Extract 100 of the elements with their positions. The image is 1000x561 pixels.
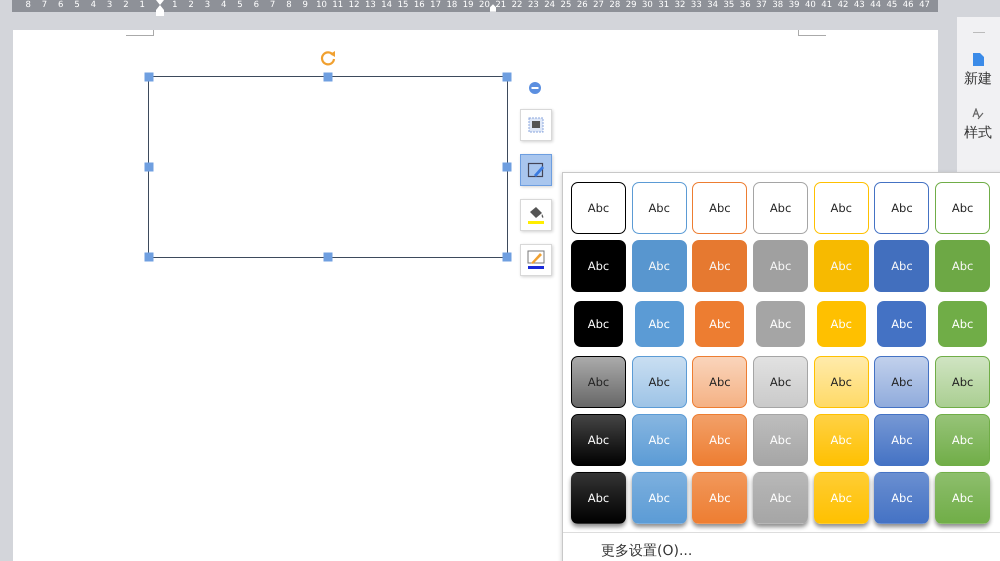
shape-style-swatch[interactable]: Abc (634, 301, 684, 347)
shape-style-swatch[interactable]: Abc (571, 240, 626, 292)
shape-style-swatch[interactable]: Abc (814, 182, 869, 234)
shape-style-swatch[interactable]: Abc (938, 301, 988, 347)
ruler-number: 14 (381, 0, 392, 10)
ruler-number: 39 (788, 0, 800, 10)
shape-style-swatch[interactable]: Abc (692, 240, 748, 292)
shape-style-swatch[interactable]: Abc (753, 356, 808, 408)
text-style-icon (972, 108, 984, 120)
resize-handle[interactable] (324, 252, 332, 262)
more-settings-item[interactable]: 更多设置(O)... (601, 542, 1000, 560)
ruler-number: 46 (902, 0, 914, 10)
style-button[interactable] (520, 154, 552, 186)
ruler-number: 31 (658, 0, 670, 10)
shape-style-swatch[interactable]: Abc (756, 301, 806, 347)
ruler-number: 42 (838, 0, 848, 10)
shape-style-swatch[interactable]: Abc (692, 414, 748, 466)
ruler-number: 7 (42, 0, 48, 10)
ruler-number: 45 (886, 0, 898, 10)
shape-pen-icon (527, 161, 545, 179)
rotate-handle-icon[interactable] (319, 49, 337, 67)
ruler-number: 2 (188, 0, 194, 10)
ruler-number: 10 (316, 0, 327, 10)
ruler-number: 19 (462, 0, 474, 10)
ruler-number: 16 (414, 0, 425, 10)
ruler-number: 1 (172, 0, 178, 10)
ruler-number: 34 (707, 0, 718, 10)
ruler-number: 5 (237, 0, 243, 10)
ruler-number: 32 (674, 0, 686, 10)
shape-style-swatch[interactable]: Abc (753, 240, 808, 292)
ruler-number: 17 (430, 0, 441, 10)
indent-marker-icon[interactable] (156, 0, 164, 16)
shape-style-swatch[interactable]: Abc (695, 301, 744, 347)
ruler-number: 47 (919, 0, 930, 10)
ruler-number: 6 (254, 0, 260, 10)
resize-handle[interactable] (144, 252, 154, 262)
style-panel-button[interactable]: 样式 (964, 108, 992, 142)
resize-handle[interactable] (144, 162, 154, 172)
shape-style-swatch[interactable]: Abc (935, 182, 990, 234)
fill-button[interactable] (520, 199, 552, 231)
shape-style-swatch[interactable]: Abc (571, 182, 626, 234)
shape-style-swatch[interactable]: Abc (632, 182, 687, 234)
ruler-number: 27 (593, 0, 604, 10)
paint-bucket-icon (527, 205, 545, 225)
shape-style-swatch[interactable]: Abc (692, 472, 748, 524)
resize-handle[interactable] (502, 72, 512, 82)
resize-handle[interactable] (502, 162, 512, 172)
document-icon (972, 53, 984, 66)
pencil-line-icon (527, 250, 545, 270)
shape-style-swatch[interactable]: Abc (571, 356, 626, 408)
ruler-number: 35 (724, 0, 734, 10)
shape-style-swatch[interactable]: Abc (632, 414, 687, 466)
ruler-number: 30 (642, 0, 653, 10)
outline-button[interactable] (520, 244, 552, 276)
shape-style-swatch[interactable]: Abc (874, 472, 930, 524)
shape-style-swatch[interactable]: Abc (874, 356, 930, 408)
shape-style-swatch[interactable]: Abc (753, 472, 808, 524)
ruler-number: 24 (544, 0, 556, 10)
shape-style-swatch[interactable]: Abc (571, 472, 626, 524)
ruler-number: 21 (495, 0, 506, 10)
resize-handle[interactable] (502, 252, 512, 262)
ruler-number: 28 (609, 0, 620, 10)
shape-style-swatch[interactable]: Abc (874, 182, 930, 234)
indent-marker-icon[interactable] (490, 3, 496, 13)
resize-handle[interactable] (324, 72, 332, 82)
shape-style-swatch[interactable]: Abc (632, 240, 687, 292)
shape-style-swatch[interactable]: Abc (874, 240, 930, 292)
ruler-number: 36 (740, 0, 751, 10)
shape-style-swatch[interactable]: Abc (935, 472, 990, 524)
ruler-number: 7 (270, 0, 276, 10)
ruler-number: 3 (204, 0, 210, 10)
shape-style-swatch[interactable]: Abc (692, 356, 748, 408)
ruler-number: 6 (58, 0, 64, 10)
ruler-number: 15 (398, 0, 408, 10)
ruler-number: 11 (332, 0, 344, 10)
collapse-icon[interactable] (528, 81, 542, 95)
layout-button[interactable] (520, 109, 552, 141)
ruler-number: 8 (25, 0, 31, 10)
shape-style-swatch[interactable]: Abc (814, 356, 869, 408)
shape-style-swatch[interactable]: Abc (877, 301, 926, 347)
shape-style-swatch[interactable]: Abc (753, 182, 808, 234)
new-panel-button[interactable]: 新建 (964, 53, 992, 88)
ruler-number: 18 (446, 0, 458, 10)
ruler-number: 44 (870, 0, 881, 10)
shape-style-swatch[interactable]: Abc (874, 414, 930, 466)
ruler-number: 2 (123, 0, 129, 10)
shape-style-swatch[interactable]: Abc (632, 356, 687, 408)
shape-style-swatch[interactable]: Abc (571, 414, 626, 466)
ruler-number: 40 (804, 0, 816, 10)
ruler-number: 4 (221, 0, 226, 10)
resize-handle[interactable] (144, 72, 154, 82)
ruler-number: 38 (772, 0, 784, 10)
shape-style-swatch[interactable]: Abc (574, 301, 623, 347)
ruler-number: 4 (90, 0, 96, 10)
ruler-number: 3 (106, 0, 112, 10)
shape-style-swatch[interactable]: Abc (935, 414, 990, 466)
shape-style-swatch[interactable]: Abc (935, 356, 990, 408)
shape-style-swatch[interactable]: Abc (692, 182, 748, 234)
shape-style-swatch[interactable]: Abc (632, 472, 687, 524)
shape-style-swatch[interactable]: Abc (935, 240, 990, 292)
